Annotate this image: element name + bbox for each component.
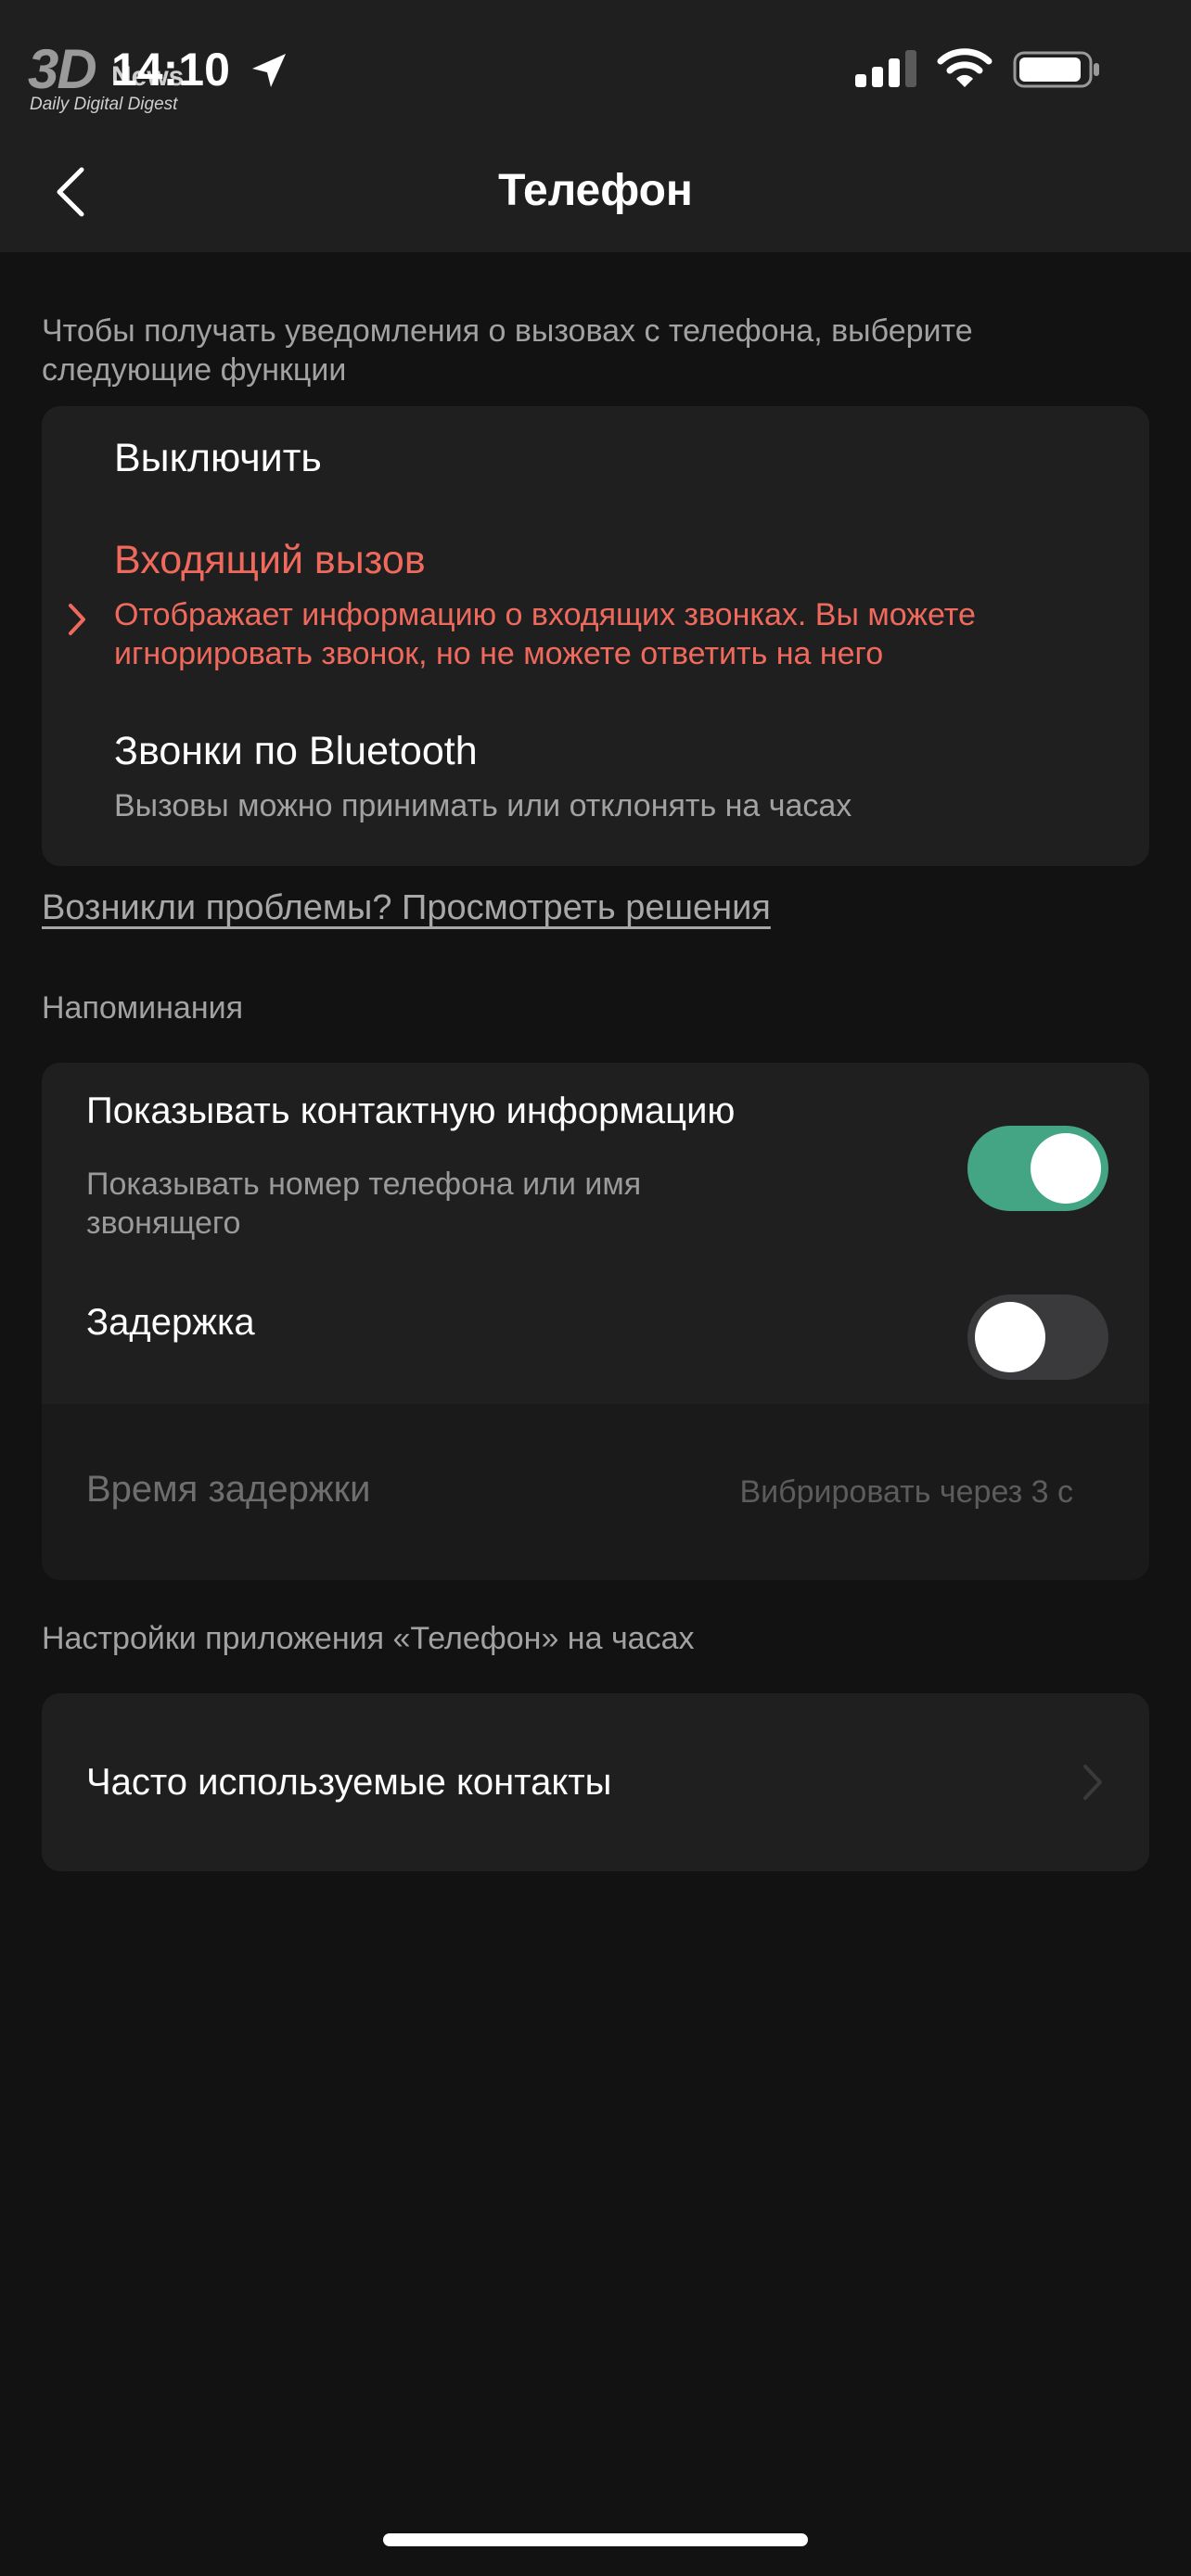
delay-time-row: Время задержки Вибрировать через 3 с [42,1404,1149,1580]
page-title: Телефон [498,166,693,215]
call-notification-intro: Чтобы получать уведомления о вызовах с т… [42,313,973,388]
home-indicator[interactable] [383,2533,808,2546]
delay-title: Задержка [86,1302,255,1343]
delay-time-value: Вибрировать через 3 с [739,1474,1073,1510]
selected-chevron-icon [69,604,85,635]
option-off-title: Выключить [114,436,322,480]
frequent-contacts-title: Часто используемые контакты [86,1762,612,1803]
chevron-right-icon [1083,1765,1102,1800]
phone-settings-screen: 3D News Daily Digital Digest 14:10 Телеф… [0,0,1191,2576]
watermark-subtitle: Daily Digital Digest [30,95,178,114]
signal-icon [855,50,916,87]
frequent-contacts-row[interactable]: Часто используемые контакты [42,1693,1149,1871]
call-notification-options-card: Выключить Входящий вызов Отображает инфо… [42,406,1149,866]
option-bluetooth-calls-title: Звонки по Bluetooth [114,729,478,773]
status-time: 14:10 [111,44,230,96]
wifi-icon [937,48,992,87]
option-incoming-call-description: Отображает информацию о входящих звонках… [114,597,976,671]
show-contact-info-title: Показывать контактную информацию [86,1090,736,1131]
option-incoming-call[interactable]: Входящий вызов Отображает информацию о в… [42,508,1149,694]
delay-toggle[interactable] [967,1294,1108,1380]
help-link[interactable]: Возникли проблемы? Просмотреть решения [42,888,771,928]
toggle-knob [1031,1133,1101,1204]
show-contact-info-description: Показывать номер телефона или имя звонящ… [86,1167,642,1241]
reminders-card: Показывать контактную информацию Показыв… [42,1063,1149,1404]
status-bar: 3D News Daily Digital Digest 14:10 [0,0,1191,139]
option-bluetooth-calls-description: Вызовы можно принимать или отклонять на … [114,788,852,823]
battery-icon [1013,51,1099,88]
option-off[interactable]: Выключить [42,406,1149,508]
location-arrow-icon [252,54,286,87]
show-contact-info-toggle[interactable] [967,1126,1108,1211]
delay-time-title: Время задержки [86,1469,371,1510]
reminders-header: Напоминания [42,990,244,1026]
watch-app-settings-header: Настройки приложения «Телефон» на часах [42,1621,695,1656]
toggle-knob [975,1302,1045,1372]
option-incoming-call-title: Входящий вызов [114,538,426,582]
option-bluetooth-calls[interactable]: Звонки по Bluetooth Вызовы можно принима… [42,694,1149,866]
watermark-logo: 3D [28,38,97,100]
